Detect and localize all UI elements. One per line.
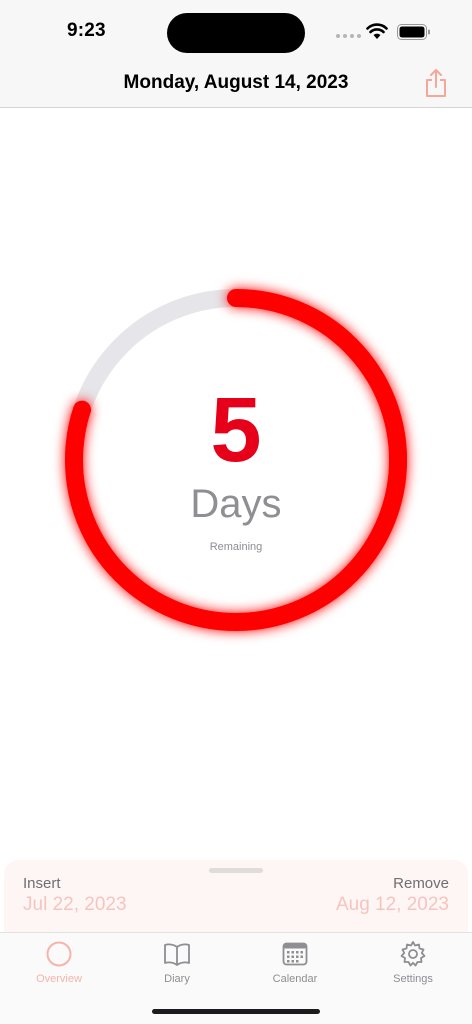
- circle-icon: [46, 941, 72, 967]
- tab-calendar[interactable]: Calendar: [236, 939, 354, 985]
- tab-label-diary: Diary: [164, 973, 190, 985]
- home-indicator[interactable]: [152, 1009, 320, 1014]
- share-icon[interactable]: [422, 66, 450, 100]
- dynamic-island: [167, 13, 305, 53]
- status-bar: 9:23: [0, 0, 472, 60]
- remaining-caption: Remaining: [209, 541, 263, 553]
- sheet-grabber[interactable]: [209, 868, 263, 873]
- days-remaining-number: 5: [210, 379, 262, 481]
- tab-label-overview: Overview: [36, 973, 82, 985]
- page-title: Monday, August 14, 2023: [123, 72, 349, 93]
- book-icon: [164, 943, 190, 966]
- tab-settings[interactable]: Settings: [354, 939, 472, 985]
- cellular-signal-icon: [336, 34, 361, 38]
- tab-label-settings: Settings: [393, 973, 433, 985]
- tab-diary[interactable]: Diary: [118, 939, 236, 985]
- days-unit-label: Days: [190, 482, 282, 526]
- status-time: 9:23: [67, 20, 106, 41]
- remove-date[interactable]: Aug 12, 2023: [336, 894, 449, 916]
- gear-icon: [400, 941, 426, 967]
- navigation-bar: Monday, August 14, 2023: [0, 60, 472, 108]
- calendar-icon: [282, 942, 308, 966]
- wifi-icon: [366, 23, 388, 39]
- tab-overview[interactable]: Overview: [0, 939, 118, 985]
- insert-date[interactable]: Jul 22, 2023: [23, 894, 127, 916]
- insert-label: Insert: [23, 875, 61, 892]
- remove-label: Remove: [393, 875, 449, 892]
- tab-label-calendar: Calendar: [272, 973, 318, 985]
- battery-icon: [397, 24, 430, 40]
